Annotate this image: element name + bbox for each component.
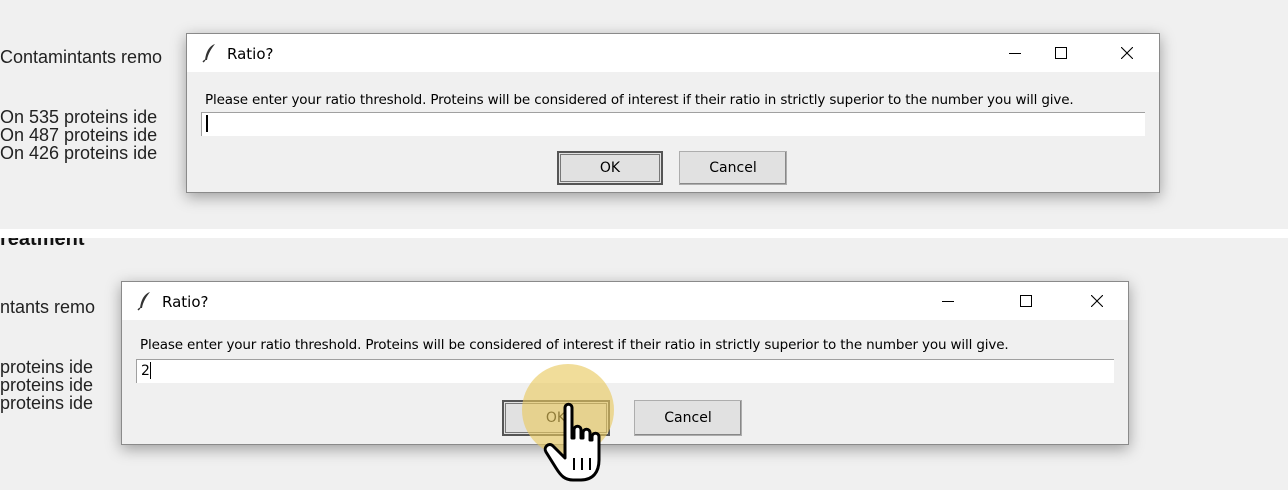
section-heading-fragment: reatment (0, 238, 85, 250)
dialog-title: Ratio? (227, 45, 274, 63)
background-line-2: proteins ide (0, 375, 94, 395)
feather-icon (136, 291, 154, 311)
dialog-titlebar[interactable]: Ratio? (187, 34, 1159, 72)
dialog-title: Ratio? (162, 293, 209, 311)
ratio-dialog: Ratio? Please enter your ratio threshold… (121, 281, 1129, 445)
bottom-screenshot-panel: reatment ntants remo proteins ide protei… (0, 238, 1288, 490)
dialog-titlebar[interactable]: Ratio? (122, 282, 1128, 320)
background-line-3: proteins ide (0, 393, 94, 413)
text-caret (206, 114, 208, 132)
top-screenshot-panel: Contamintants remo On 535 proteins ide O… (0, 0, 1288, 229)
ratio-input[interactable]: 2 (136, 359, 1114, 383)
background-line-1: proteins ide (0, 357, 94, 377)
ratio-input-value: 2 (141, 363, 150, 379)
minimize-icon (1009, 53, 1021, 54)
close-icon (1121, 47, 1133, 59)
close-icon (1091, 295, 1103, 307)
maximize-button[interactable] (1038, 34, 1084, 72)
background-line-1: On 535 proteins ide (0, 107, 158, 127)
cancel-button[interactable]: Cancel (679, 151, 787, 185)
cancel-button[interactable]: Cancel (634, 400, 742, 436)
text-caret (149, 361, 151, 379)
maximize-icon (1020, 295, 1032, 307)
ratio-input[interactable] (201, 112, 1145, 136)
background-label-contaminants: Contamintants remo (0, 47, 163, 67)
hand-pointer-icon (543, 402, 601, 482)
background-line-2: On 487 proteins ide (0, 125, 158, 145)
maximize-icon (1055, 47, 1067, 59)
maximize-button[interactable] (1003, 282, 1049, 320)
ok-button[interactable]: OK (557, 151, 663, 185)
background-label-contaminants: ntants remo (0, 297, 96, 317)
close-button[interactable] (1074, 282, 1120, 320)
close-button[interactable] (1104, 34, 1150, 72)
minimize-button[interactable] (925, 282, 971, 320)
dialog-prompt: Please enter your ratio threshold. Prote… (140, 337, 1009, 353)
minimize-button[interactable] (992, 34, 1038, 72)
feather-icon (201, 43, 219, 63)
panel-separator (0, 229, 1288, 238)
background-line-3: On 426 proteins ide (0, 143, 158, 163)
minimize-icon (942, 301, 954, 302)
ratio-dialog: Ratio? Please enter your ratio threshold… (186, 33, 1160, 193)
dialog-prompt: Please enter your ratio threshold. Prote… (205, 92, 1074, 108)
